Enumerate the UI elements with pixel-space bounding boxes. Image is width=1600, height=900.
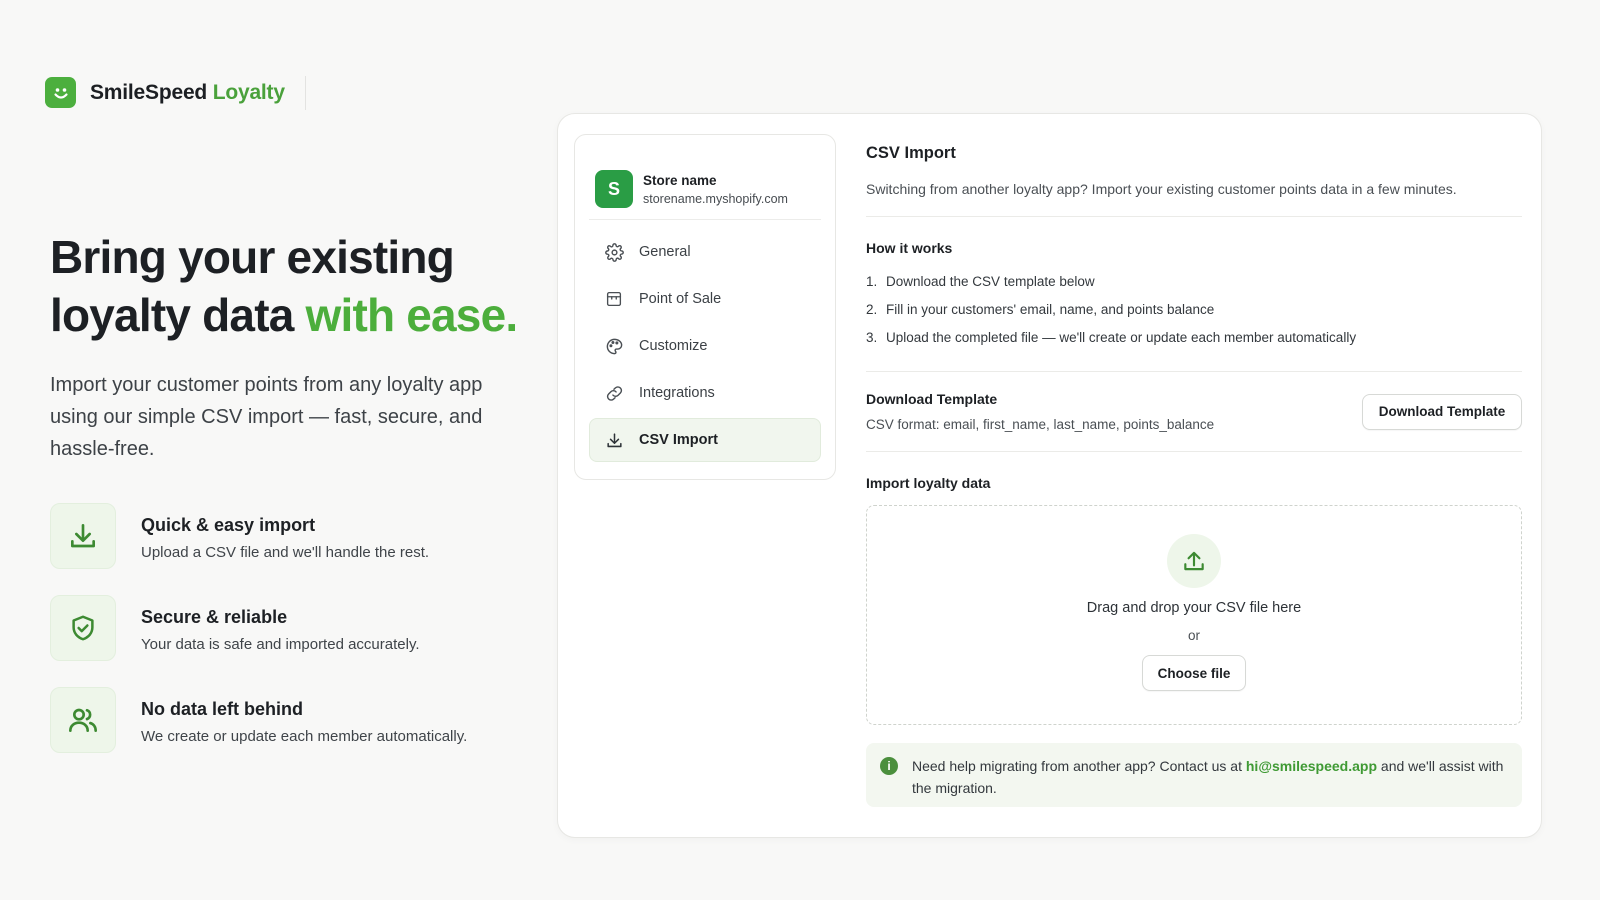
sidebar-nav: S Store name storename.myshopify.com Gen… xyxy=(574,134,836,480)
sidebar-item-point-of-sale[interactable]: Point of Sale xyxy=(589,277,821,321)
store-header: S Store name storename.myshopify.com xyxy=(575,135,835,219)
palette-icon xyxy=(604,336,624,356)
users-icon xyxy=(50,687,116,753)
download-icon xyxy=(604,430,624,450)
download-template-row: Download Template CSV format: email, fir… xyxy=(866,391,1522,432)
help-banner: i Need help migrating from another app? … xyxy=(866,743,1522,807)
sidebar-item-general[interactable]: General xyxy=(589,230,821,274)
template-format: CSV format: email, first_name, last_name… xyxy=(866,417,1215,432)
section-title: Import loyalty data xyxy=(866,475,991,491)
feature-title: No data left behind xyxy=(141,699,303,719)
main-content: CSV Import Switching from another loyalt… xyxy=(866,144,1522,807)
hero-subtitle: Import your customer points from any loy… xyxy=(50,374,483,460)
upload-icon xyxy=(1167,534,1221,588)
sidebar-item-label: CSV Import xyxy=(639,432,718,448)
sidebar-item-csv-import[interactable]: CSV Import xyxy=(589,418,821,462)
brand-name: SmileSpeed Loyalty xyxy=(90,80,285,104)
list-item: 2. Fill in your customers' email, name, a… xyxy=(866,302,1215,317)
sidebar-item-integrations[interactable]: Integrations xyxy=(589,371,821,415)
support-email-link[interactable]: hi@smilespeed.app xyxy=(1246,758,1377,774)
choose-file-button[interactable]: Choose file xyxy=(1142,655,1246,691)
sidebar-item-customize[interactable]: Customize xyxy=(589,324,821,368)
dropzone-text: Drag and drop your CSV file here xyxy=(1086,600,1302,616)
list-item: 1. Download the CSV template below xyxy=(866,274,1095,289)
feature-item: Quick & easy import Upload a CSV file an… xyxy=(50,503,429,569)
feature-item: No data left behind We create or update … xyxy=(50,687,467,753)
divider xyxy=(866,371,1522,372)
divider xyxy=(305,76,306,110)
info-icon: i xyxy=(880,757,898,775)
sidebar-item-label: Point of Sale xyxy=(639,291,722,307)
sidebar-item-label: General xyxy=(639,244,691,260)
feature-desc: We create or update each member automati… xyxy=(141,728,468,745)
sidebar-item-label: Integrations xyxy=(639,385,715,401)
gear-icon xyxy=(604,242,624,262)
section-title: Download Template xyxy=(866,391,998,407)
page-title: CSV Import xyxy=(866,144,956,162)
hero-title: Bring your existing loyalty data with ea… xyxy=(50,231,518,341)
link-icon xyxy=(604,383,624,403)
shield-check-icon xyxy=(50,595,116,661)
sidebar-item-label: Customize xyxy=(639,338,708,354)
feature-title: Quick & easy import xyxy=(141,515,316,535)
settings-card: S Store name storename.myshopify.com Gen… xyxy=(557,113,1542,838)
section-title: How it works xyxy=(866,240,953,256)
help-text: Need help migrating from another app? Co… xyxy=(912,758,1504,796)
feature-item: Secure & reliable Your data is safe and … xyxy=(50,595,420,661)
avatar: S xyxy=(595,170,633,208)
page-subtitle: Switching from another loyalty app? Impo… xyxy=(866,181,1457,197)
file-dropzone[interactable]: Drag and drop your CSV file here or Choo… xyxy=(866,505,1522,725)
store-name: Store name xyxy=(643,172,717,188)
download-template-button[interactable]: Download Template xyxy=(1362,393,1522,430)
steps-list: 1. Download the CSV template below 2. Fill… xyxy=(866,268,1522,352)
feature-desc: Your data is safe and imported accuratel… xyxy=(141,636,420,653)
dropzone-or: or xyxy=(1187,628,1200,643)
store-domain: storename.myshopify.com xyxy=(643,191,788,206)
feature-title: Secure & reliable xyxy=(141,607,288,627)
store-icon xyxy=(604,289,624,309)
divider xyxy=(866,216,1522,217)
download-icon xyxy=(50,503,116,569)
feature-desc: Upload a CSV file and we'll handle the r… xyxy=(141,544,430,561)
brand: SmileSpeed Loyalty xyxy=(45,77,285,108)
divider xyxy=(866,451,1522,452)
list-item: 3. Upload the completed file — we'll crea… xyxy=(866,330,1357,345)
smile-face-icon xyxy=(45,77,76,108)
